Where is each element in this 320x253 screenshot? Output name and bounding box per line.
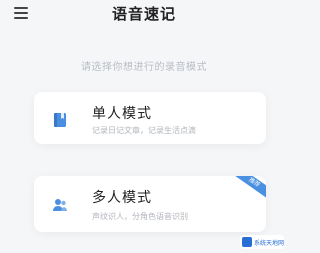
top-bar: 语音速记	[0, 0, 288, 28]
multi-mode-description: 声纹识人，分角色语音识别	[92, 212, 188, 221]
recommended-ribbon: 推荐	[228, 176, 266, 204]
multi-mode-card[interactable]: 多人模式 声纹识人，分角色语音识别 推荐	[34, 176, 266, 232]
book-icon	[54, 113, 66, 127]
single-mode-title: 单人模式	[92, 106, 152, 122]
single-mode-card[interactable]: 单人模式 记录日记文章，记录生活点滴	[34, 92, 266, 144]
mode-prompt: 请选择你想进行的录音模式	[81, 62, 207, 73]
users-icon	[53, 199, 67, 211]
watermark-badge: 系统天地网	[240, 235, 284, 249]
site-logo-icon	[242, 237, 252, 247]
watermark-text: 系统天地网	[253, 239, 284, 247]
single-mode-description: 记录日记文章，记录生活点滴	[92, 126, 196, 135]
multi-mode-title: 多人模式	[92, 190, 152, 206]
page-title: 语音速记	[111, 5, 176, 23]
